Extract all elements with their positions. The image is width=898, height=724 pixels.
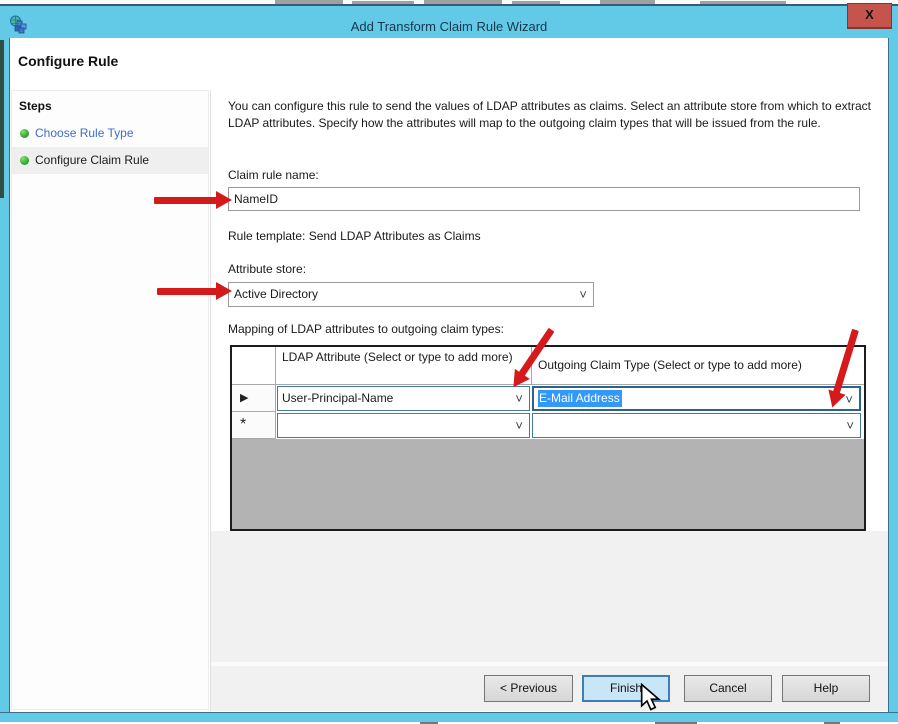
new-row-asterisk-icon: *: [240, 416, 246, 434]
step-complete-dot-icon: [20, 129, 29, 138]
attribute-store-value: Active Directory: [234, 287, 318, 301]
window-frame-bottom: [0, 712, 898, 722]
chevron-down-icon[interactable]: ˅: [846, 416, 854, 435]
rule-description-text: You can configure this rule to send the …: [228, 98, 876, 132]
steps-heading: Steps: [19, 99, 52, 113]
outgoing-claim-type-value-selected: E-Mail Address: [538, 390, 622, 407]
outgoing-claim-type-combo-row1[interactable]: E-Mail Address ˅: [532, 386, 861, 411]
grid-header-row: LDAP Attribute (Select or type to add mo…: [232, 347, 864, 385]
step-complete-dot-icon: [20, 156, 29, 165]
grid-header-ldap-attribute: LDAP Attribute (Select or type to add mo…: [276, 347, 532, 385]
page-title: Configure Rule: [18, 53, 118, 69]
annotation-arrow-attribute-store: [157, 282, 232, 300]
sidebar-item-configure-claim-rule[interactable]: Configure Claim Rule: [12, 147, 208, 174]
annotation-arrow-claim-rule-name: [154, 191, 232, 209]
sidebar-item-choose-rule-type[interactable]: Choose Rule Type: [12, 120, 208, 147]
ldap-attribute-value: User-Principal-Name: [282, 391, 393, 405]
content-footer-area: [211, 531, 888, 662]
window-title: Add Transform Claim Rule Wizard: [0, 19, 898, 34]
attribute-store-label: Attribute store:: [228, 262, 306, 276]
ldap-attribute-combo-row2[interactable]: ˅: [277, 413, 530, 438]
window-frame-right: [888, 38, 898, 712]
grid-row-new: * ˅ ˅: [232, 412, 864, 439]
grid-row-1: ▶ User-Principal-Name ˅ E-Mail Address ˅: [232, 385, 864, 412]
close-button[interactable]: X: [847, 3, 892, 29]
previous-button[interactable]: < Previous: [484, 675, 573, 702]
mapping-grid: LDAP Attribute (Select or type to add mo…: [230, 345, 866, 531]
title-bar[interactable]: Add Transform Claim Rule Wizard: [0, 4, 898, 38]
chevron-down-icon[interactable]: ˅: [515, 416, 523, 435]
steps-panel: [11, 90, 209, 710]
sidebar-item-label: Choose Rule Type: [35, 126, 134, 140]
claim-rule-name-value: NameID: [234, 192, 278, 206]
claim-rule-name-label: Claim rule name:: [228, 168, 319, 182]
rule-template-text: Rule template: Send LDAP Attributes as C…: [228, 229, 481, 243]
chevron-down-icon[interactable]: ˅: [845, 390, 853, 409]
mouse-cursor-icon: [640, 683, 664, 711]
screenshot-root: Add Transform Claim Rule Wizard X Config…: [0, 0, 898, 724]
grid-empty-area: [232, 439, 864, 529]
row-indicator-cell: ▶: [232, 385, 276, 412]
grid-header-indicator: [232, 347, 276, 385]
claim-rule-name-input[interactable]: NameID: [228, 187, 860, 211]
background-window-edge: [0, 40, 4, 198]
attribute-store-combo[interactable]: Active Directory ˅: [228, 282, 594, 307]
mapping-label: Mapping of LDAP attributes to outgoing c…: [228, 322, 504, 336]
chevron-down-icon[interactable]: ˅: [579, 285, 587, 304]
outgoing-claim-type-combo-row2[interactable]: ˅: [532, 413, 861, 438]
current-row-arrow-icon: ▶: [240, 391, 248, 404]
help-button[interactable]: Help: [782, 675, 870, 702]
grid-header-outgoing-claim-type: Outgoing Claim Type (Select or type to a…: [532, 347, 864, 385]
cancel-button[interactable]: Cancel: [684, 675, 772, 702]
sidebar-item-label: Configure Claim Rule: [35, 153, 149, 167]
chevron-down-icon[interactable]: ˅: [515, 389, 523, 408]
row-indicator-cell: *: [232, 412, 276, 439]
ldap-attribute-combo-row1[interactable]: User-Principal-Name ˅: [277, 386, 530, 411]
